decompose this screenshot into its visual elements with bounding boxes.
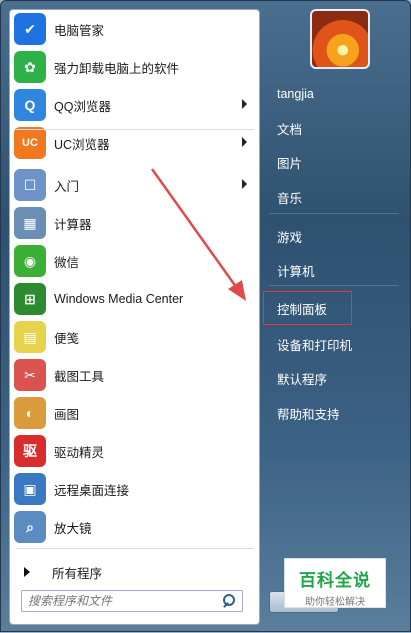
start-menu: ✔ 电脑管家 ✿ 强力卸载电脑上的软件 Q QQ浏览器 UC UC浏览器 ☐ 入门 ▦ 计算器 ◉ 微信 ⊞…: [0, 0, 411, 632]
annotation-arrow: [150, 168, 246, 301]
arrow-shaft: [150, 168, 241, 292]
arrow-head: [228, 280, 246, 301]
